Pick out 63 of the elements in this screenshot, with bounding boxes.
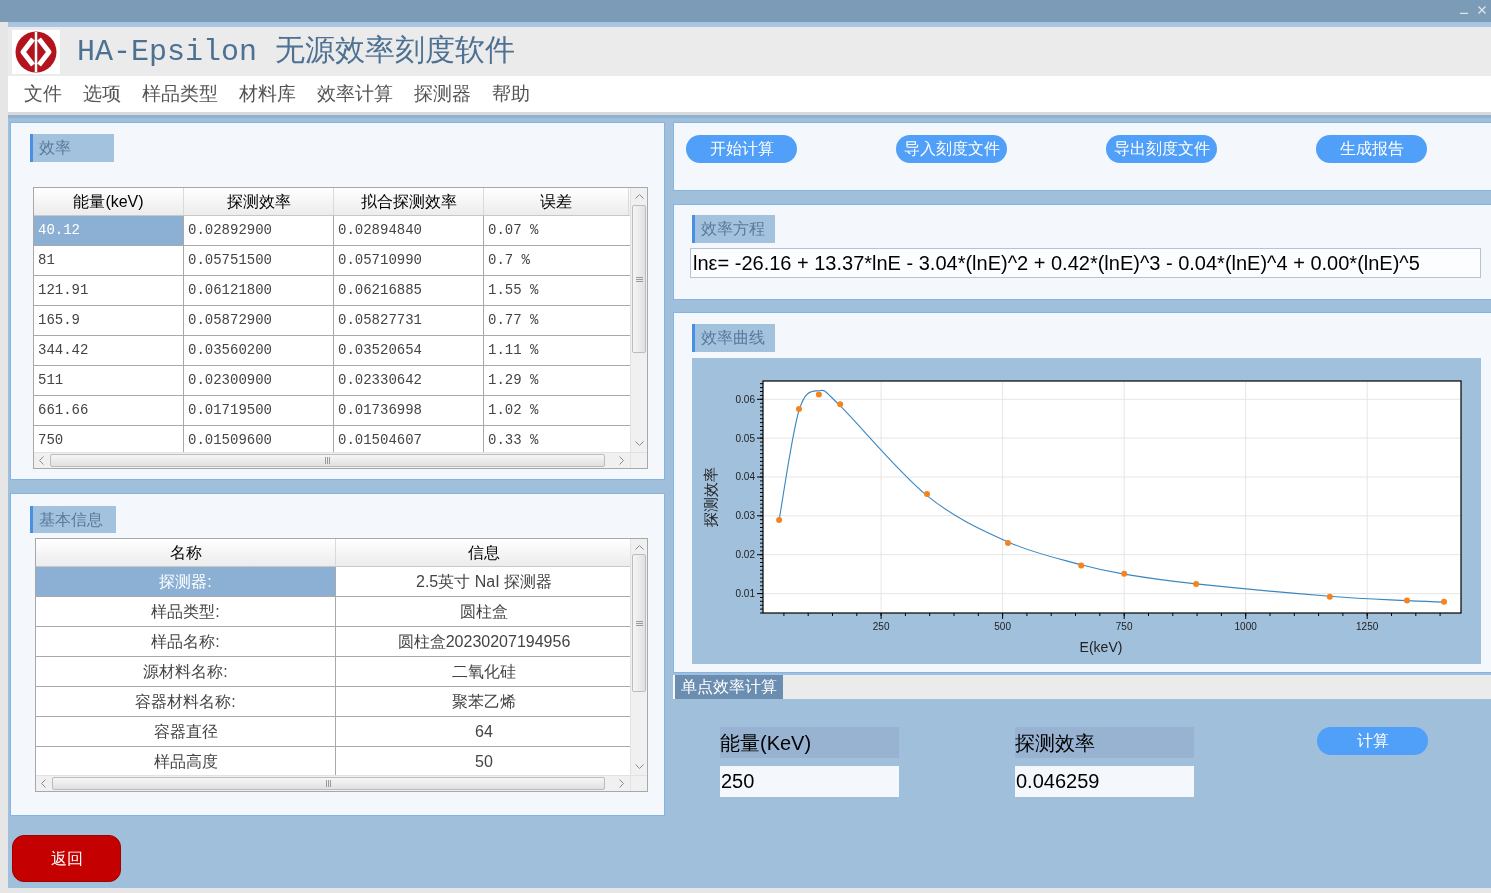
menu-item[interactable]: 选项	[83, 79, 121, 109]
vertical-scrollbar[interactable]	[630, 188, 647, 452]
table-cell: 探测器:	[36, 567, 336, 596]
section-title: 效率曲线	[692, 324, 775, 352]
horizontal-scrollbar[interactable]	[36, 775, 630, 791]
axis-tick-label: 0.01	[735, 588, 755, 600]
menu-item[interactable]: 帮助	[492, 79, 530, 109]
column-header: 名称	[36, 539, 336, 566]
grip-icon	[325, 457, 330, 464]
axis-tick-label: 0.06	[735, 393, 755, 405]
menu-item[interactable]: 探测器	[414, 79, 471, 109]
table-cell: 40.12	[34, 216, 184, 245]
section-title: 效率方程	[692, 215, 775, 243]
axis-tick-label: 1250	[1356, 621, 1379, 632]
menu-item[interactable]: 效率计算	[317, 79, 393, 109]
grip-icon	[635, 620, 643, 626]
section-title: 效率	[30, 134, 114, 162]
chevron-down-icon[interactable]	[634, 441, 644, 446]
chevron-left-icon[interactable]	[39, 456, 44, 465]
chevron-up-icon[interactable]	[634, 194, 644, 199]
scrollbar-thumb[interactable]	[52, 777, 605, 790]
axis-tick-label: 0.04	[735, 471, 755, 483]
chevron-down-icon[interactable]	[634, 764, 644, 769]
menu-item[interactable]: 材料库	[239, 79, 296, 109]
column-header: 探测效率	[184, 188, 334, 215]
axis-title: 探测效率	[702, 467, 719, 527]
axis-tick-label: 1000	[1234, 621, 1257, 632]
chevron-up-icon[interactable]	[634, 545, 644, 550]
field-label: 能量(KeV)	[720, 727, 899, 758]
grip-icon	[326, 780, 331, 787]
grip-icon	[635, 276, 643, 282]
column-header: 能量(keV)	[34, 188, 184, 215]
axis-title: E(keV)	[1079, 639, 1123, 655]
menu-item[interactable]: 样品类型	[142, 79, 218, 109]
axis-tick-label: 0.02	[735, 549, 755, 561]
axis-tick-label: 750	[1115, 621, 1133, 632]
scrollbar-corner	[630, 775, 647, 791]
column-header: 拟合探测效率	[334, 188, 484, 215]
axis-tick-label: 250	[872, 621, 890, 632]
scrollbar-thumb[interactable]	[50, 454, 605, 467]
section-title: 单点效率计算	[675, 675, 783, 699]
logo-icon	[12, 29, 60, 74]
energy-input[interactable]: 250	[720, 766, 899, 797]
app-title: HA-Epsilon 无源效率刻度软件	[77, 36, 516, 67]
equation-field[interactable]: lnε= -26.16 + 13.37*lnE - 3.04*(lnE)^2 + 0.42*(lnE)^3 - 0.04*(lnE)^4 + 0.00*(lnE)^5	[690, 248, 1481, 278]
column-header: 误差	[484, 188, 629, 215]
axis-tick-label: 0.03	[735, 510, 755, 522]
section-title: 基本信息	[30, 506, 116, 533]
menu-item[interactable]: 文件	[24, 79, 62, 109]
chevron-left-icon[interactable]	[41, 779, 46, 788]
back-button[interactable]: 返回	[12, 835, 121, 882]
scrollbar-thumb[interactable]	[632, 554, 646, 692]
scrollbar-corner	[630, 452, 647, 468]
field-label: 探测效率	[1015, 727, 1194, 758]
vertical-scrollbar[interactable]	[630, 539, 647, 775]
axis-tick-label: 500	[994, 621, 1011, 632]
chevron-right-icon[interactable]	[619, 779, 624, 788]
axis-tick-label: 0.05	[735, 432, 755, 444]
horizontal-scrollbar[interactable]	[34, 452, 630, 468]
close-icon[interactable]	[1478, 6, 1486, 14]
chevron-right-icon[interactable]	[619, 456, 624, 465]
efficiency-input[interactable]: 0.046259	[1015, 766, 1194, 797]
scrollbar-thumb[interactable]	[632, 205, 646, 353]
